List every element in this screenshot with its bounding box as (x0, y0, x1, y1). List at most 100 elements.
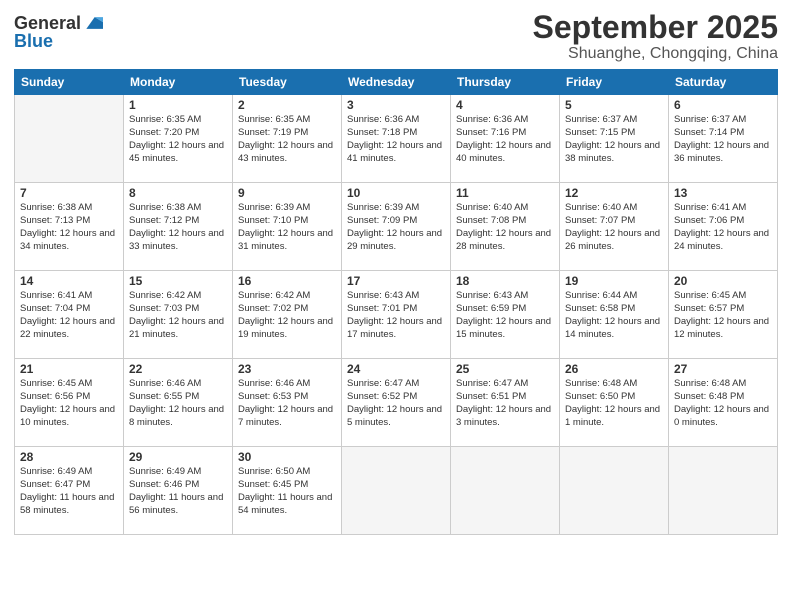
page-subtitle: Shuanghe, Chongqing, China (533, 45, 778, 63)
day-info: Sunrise: 6:49 AMSunset: 6:46 PMDaylight:… (129, 466, 227, 517)
day-number: 3 (347, 98, 445, 112)
day-info: Sunrise: 6:48 AMSunset: 6:50 PMDaylight:… (565, 378, 663, 429)
day-info: Sunrise: 6:46 AMSunset: 6:53 PMDaylight:… (238, 378, 336, 429)
calendar-cell: 11Sunrise: 6:40 AMSunset: 7:08 PMDayligh… (451, 183, 560, 271)
day-number: 9 (238, 186, 336, 200)
day-number: 4 (456, 98, 554, 112)
day-number: 26 (565, 362, 663, 376)
calendar-cell: 13 Sunrise: 6:41 AMSunset: 7:06 PMDayligh… (669, 183, 778, 271)
calendar-cell: 1Sunrise: 6:35 AMSunset: 7:20 PMDaylight… (124, 95, 233, 183)
calendar-cell: 25Sunrise: 6:47 AMSunset: 6:51 PMDayligh… (451, 359, 560, 447)
calendar-cell: 3 Sunrise: 6:36 AMSunset: 7:18 PMDaylight… (342, 95, 451, 183)
col-sunday: Sunday (15, 70, 124, 95)
day-info: Sunrise: 6:45 AMSunset: 6:56 PMDaylight:… (20, 378, 118, 429)
calendar-cell (15, 95, 124, 183)
calendar-cell: 27 Sunrise: 6:48 AMSunset: 6:48 PMDayligh… (669, 359, 778, 447)
calendar-cell: 9 Sunrise: 6:39 AMSunset: 7:10 PMDaylight… (233, 183, 342, 271)
day-number: 27 (674, 362, 772, 376)
day-info: Sunrise: 6:41 AMSunset: 7:06 PMDaylight:… (674, 202, 772, 253)
calendar-cell: 15Sunrise: 6:42 AMSunset: 7:03 PMDayligh… (124, 271, 233, 359)
day-number: 11 (456, 186, 554, 200)
day-number: 5 (565, 98, 663, 112)
day-number: 14 (20, 274, 118, 288)
day-info: Sunrise: 6:46 AMSunset: 6:55 PMDaylight:… (129, 378, 227, 429)
logo-blue-text: Blue (14, 32, 53, 50)
day-number: 2 (238, 98, 336, 112)
day-info: Sunrise: 6:35 AMSunset: 7:19 PMDaylight:… (238, 114, 336, 165)
week-row-5: 28 Sunrise: 6:49 AMSunset: 6:47 PMDayligh… (15, 447, 778, 535)
day-info: Sunrise: 6:36 AMSunset: 7:16 PMDaylight:… (456, 114, 554, 165)
logo: General Blue (14, 14, 103, 50)
calendar-cell: 5 Sunrise: 6:37 AMSunset: 7:15 PMDaylight… (560, 95, 669, 183)
day-info: Sunrise: 6:39 AMSunset: 7:09 PMDaylight:… (347, 202, 445, 253)
calendar-cell: 7 Sunrise: 6:38 AMSunset: 7:13 PMDaylight… (15, 183, 124, 271)
calendar: Sunday Monday Tuesday Wednesday Thursday… (14, 69, 778, 535)
day-number: 15 (129, 274, 227, 288)
calendar-cell (669, 447, 778, 535)
calendar-cell: 28 Sunrise: 6:49 AMSunset: 6:47 PMDayligh… (15, 447, 124, 535)
calendar-cell: 10 Sunrise: 6:39 AMSunset: 7:09 PMDayligh… (342, 183, 451, 271)
logo-general-text: General (14, 14, 81, 32)
day-info: Sunrise: 6:47 AMSunset: 6:51 PMDaylight:… (456, 378, 554, 429)
col-thursday: Thursday (451, 70, 560, 95)
day-info: Sunrise: 6:48 AMSunset: 6:48 PMDaylight:… (674, 378, 772, 429)
calendar-cell: 29Sunrise: 6:49 AMSunset: 6:46 PMDayligh… (124, 447, 233, 535)
day-info: Sunrise: 6:45 AMSunset: 6:57 PMDaylight:… (674, 290, 772, 341)
day-number: 17 (347, 274, 445, 288)
week-row-4: 21 Sunrise: 6:45 AMSunset: 6:56 PMDayligh… (15, 359, 778, 447)
calendar-cell: 21 Sunrise: 6:45 AMSunset: 6:56 PMDayligh… (15, 359, 124, 447)
calendar-cell: 17Sunrise: 6:43 AMSunset: 7:01 PMDayligh… (342, 271, 451, 359)
day-info: Sunrise: 6:37 AMSunset: 7:15 PMDaylight:… (565, 114, 663, 165)
col-tuesday: Tuesday (233, 70, 342, 95)
col-wednesday: Wednesday (342, 70, 451, 95)
week-row-1: 1Sunrise: 6:35 AMSunset: 7:20 PMDaylight… (15, 95, 778, 183)
calendar-cell: 23 Sunrise: 6:46 AMSunset: 6:53 PMDayligh… (233, 359, 342, 447)
logo-icon (83, 15, 103, 31)
day-number: 21 (20, 362, 118, 376)
day-info: Sunrise: 6:37 AMSunset: 7:14 PMDaylight:… (674, 114, 772, 165)
calendar-cell: 12 Sunrise: 6:40 AMSunset: 7:07 PMDayligh… (560, 183, 669, 271)
day-number: 22 (129, 362, 227, 376)
day-number: 1 (129, 98, 227, 112)
day-number: 24 (347, 362, 445, 376)
calendar-cell: 4 Sunrise: 6:36 AMSunset: 7:16 PMDaylight… (451, 95, 560, 183)
day-info: Sunrise: 6:43 AMSunset: 6:59 PMDaylight:… (456, 290, 554, 341)
calendar-cell: 6 Sunrise: 6:37 AMSunset: 7:14 PMDaylight… (669, 95, 778, 183)
header: General Blue September 2025 Shuanghe, Ch… (14, 10, 778, 63)
day-info: Sunrise: 6:38 AMSunset: 7:13 PMDaylight:… (20, 202, 118, 253)
day-info: Sunrise: 6:50 AMSunset: 6:45 PMDaylight:… (238, 466, 336, 517)
day-number: 23 (238, 362, 336, 376)
calendar-cell: 8 Sunrise: 6:38 AMSunset: 7:12 PMDaylight… (124, 183, 233, 271)
day-info: Sunrise: 6:47 AMSunset: 6:52 PMDaylight:… (347, 378, 445, 429)
day-number: 8 (129, 186, 227, 200)
day-number: 13 (674, 186, 772, 200)
day-number: 12 (565, 186, 663, 200)
day-info: Sunrise: 6:44 AMSunset: 6:58 PMDaylight:… (565, 290, 663, 341)
day-number: 7 (20, 186, 118, 200)
day-info: Sunrise: 6:49 AMSunset: 6:47 PMDaylight:… (20, 466, 118, 517)
calendar-cell: 20 Sunrise: 6:45 AMSunset: 6:57 PMDayligh… (669, 271, 778, 359)
title-block: September 2025 Shuanghe, Chongqing, Chin… (533, 10, 778, 63)
calendar-cell: 14Sunrise: 6:41 AMSunset: 7:04 PMDayligh… (15, 271, 124, 359)
week-row-2: 7 Sunrise: 6:38 AMSunset: 7:13 PMDaylight… (15, 183, 778, 271)
day-info: Sunrise: 6:42 AMSunset: 7:02 PMDaylight:… (238, 290, 336, 341)
calendar-cell: 22 Sunrise: 6:46 AMSunset: 6:55 PMDayligh… (124, 359, 233, 447)
col-saturday: Saturday (669, 70, 778, 95)
day-info: Sunrise: 6:38 AMSunset: 7:12 PMDaylight:… (129, 202, 227, 253)
day-info: Sunrise: 6:40 AMSunset: 7:07 PMDaylight:… (565, 202, 663, 253)
day-number: 6 (674, 98, 772, 112)
day-number: 16 (238, 274, 336, 288)
day-number: 19 (565, 274, 663, 288)
col-monday: Monday (124, 70, 233, 95)
day-info: Sunrise: 6:39 AMSunset: 7:10 PMDaylight:… (238, 202, 336, 253)
calendar-cell: 2 Sunrise: 6:35 AMSunset: 7:19 PMDaylight… (233, 95, 342, 183)
day-number: 28 (20, 450, 118, 464)
day-number: 20 (674, 274, 772, 288)
calendar-cell: 16 Sunrise: 6:42 AMSunset: 7:02 PMDayligh… (233, 271, 342, 359)
day-info: Sunrise: 6:36 AMSunset: 7:18 PMDaylight:… (347, 114, 445, 165)
calendar-cell: 19 Sunrise: 6:44 AMSunset: 6:58 PMDayligh… (560, 271, 669, 359)
day-number: 18 (456, 274, 554, 288)
day-number: 30 (238, 450, 336, 464)
calendar-cell: 26 Sunrise: 6:48 AMSunset: 6:50 PMDayligh… (560, 359, 669, 447)
day-number: 10 (347, 186, 445, 200)
